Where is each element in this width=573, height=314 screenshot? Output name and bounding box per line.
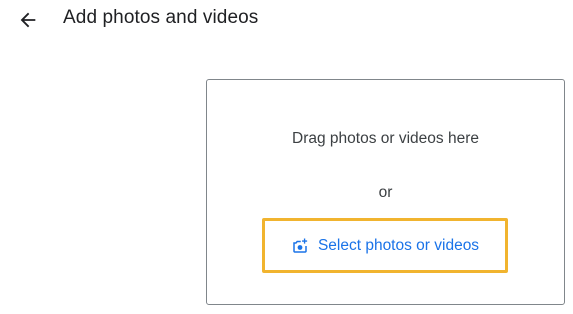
select-photos-button-content: Select photos or videos <box>291 237 479 255</box>
or-separator-text: or <box>378 184 393 201</box>
add-photo-icon <box>291 237 309 255</box>
back-button[interactable] <box>14 6 42 34</box>
page-header: Add photos and videos <box>0 0 573 40</box>
drag-instruction-text: Drag photos or videos here <box>292 130 479 147</box>
select-photos-button[interactable]: Select photos or videos <box>262 218 508 273</box>
page-title: Add photos and videos <box>63 7 259 28</box>
upload-dropzone[interactable]: Drag photos or videos here or Select pho… <box>206 79 565 305</box>
arrow-left-icon <box>20 12 36 28</box>
select-photos-label: Select photos or videos <box>317 236 480 254</box>
